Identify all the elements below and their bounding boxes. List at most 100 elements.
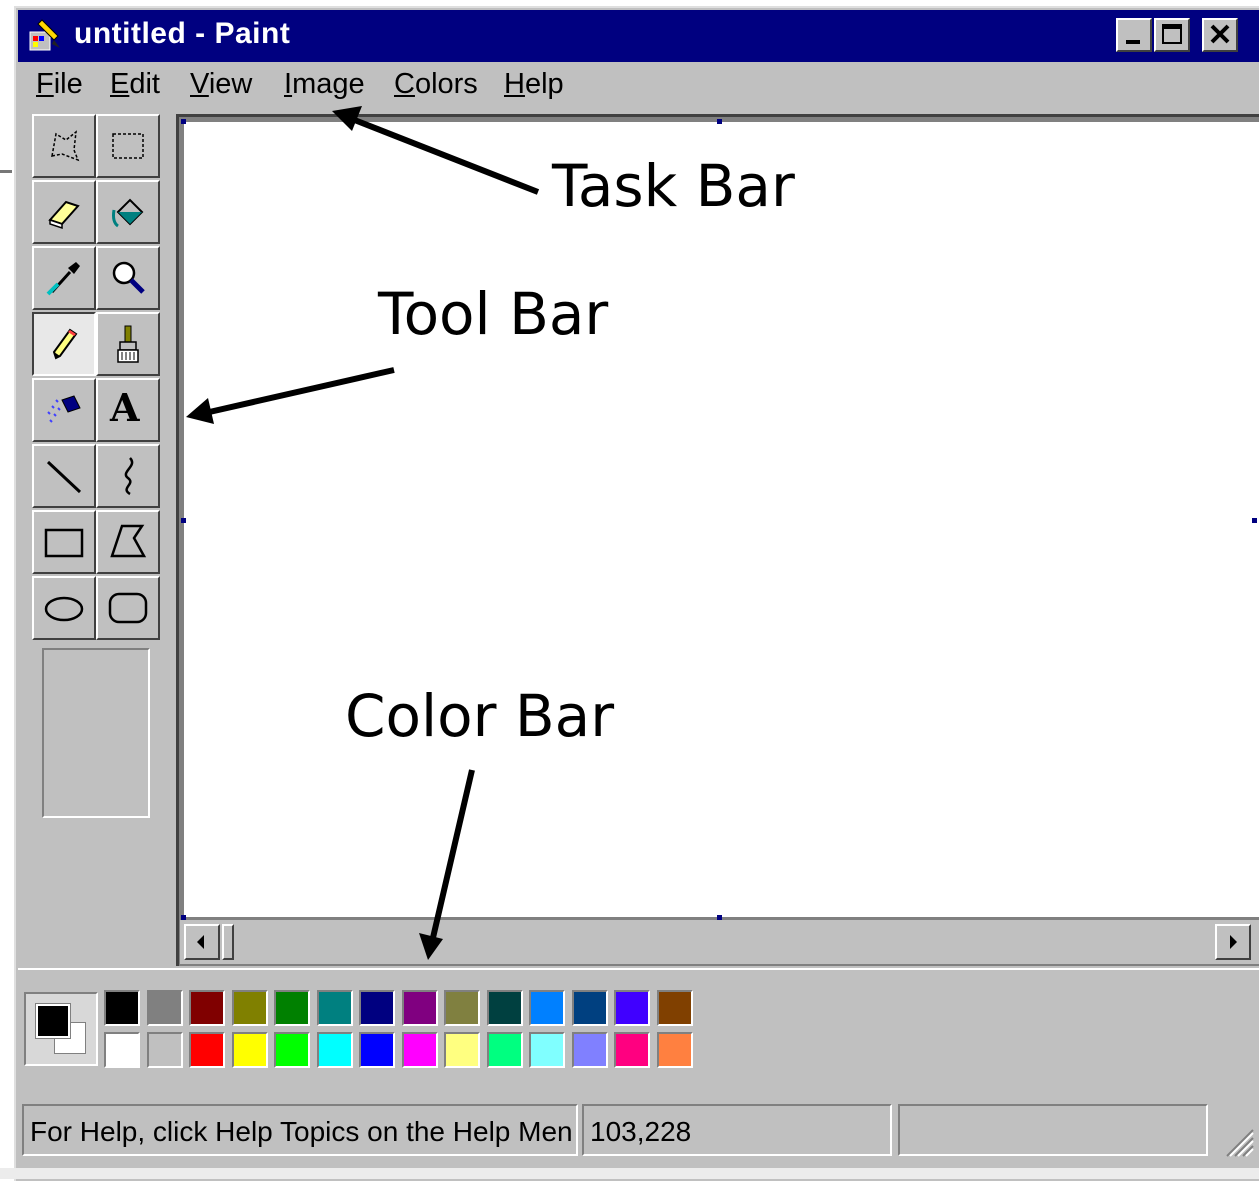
menu-view-label: iew (208, 68, 253, 100)
tool-curve[interactable] (96, 444, 160, 508)
menu-edit-label: dit (129, 68, 160, 100)
current-colors[interactable] (24, 992, 98, 1066)
menu-colors-key: C (394, 68, 415, 100)
close-button[interactable] (1202, 18, 1238, 52)
menu-file[interactable]: File (36, 68, 83, 101)
menu-edit-key: E (110, 68, 130, 100)
tool-rectangle[interactable] (32, 510, 96, 574)
color-swatch[interactable] (486, 990, 523, 1026)
window-title: untitled - Paint (74, 17, 291, 50)
color-swatch[interactable] (571, 990, 608, 1026)
scroll-thumb[interactable] (222, 924, 234, 960)
tool-magnifier[interactable] (96, 246, 160, 310)
color-swatch[interactable] (104, 1032, 140, 1068)
color-swatch[interactable] (614, 1032, 650, 1068)
tool-box: A (30, 112, 164, 640)
tool-options-box[interactable] (42, 648, 150, 818)
status-coordinates: 103,228 (582, 1104, 892, 1156)
tool-brush[interactable] (96, 312, 160, 376)
drawing-canvas[interactable] (184, 122, 1259, 917)
resize-handle-top-left (181, 119, 186, 124)
color-swatch[interactable] (529, 1032, 565, 1068)
color-swatch[interactable] (316, 990, 353, 1026)
color-swatch[interactable] (486, 1032, 523, 1068)
ellipse-icon (44, 596, 84, 622)
arrow-right-icon (1230, 935, 1237, 949)
color-swatch[interactable] (231, 990, 268, 1026)
foreground-color-swatch (35, 1003, 71, 1039)
curve-icon (124, 457, 134, 496)
color-swatch[interactable] (146, 1032, 183, 1068)
scroll-right-button[interactable] (1215, 924, 1251, 960)
tool-eraser[interactable] (32, 180, 96, 244)
color-swatch[interactable] (401, 990, 438, 1026)
color-swatch[interactable] (571, 1032, 608, 1068)
rectangle-icon (44, 528, 84, 558)
resize-handle-right[interactable] (1252, 518, 1257, 523)
annotation-color-bar: Color Bar (345, 682, 615, 750)
tool-fill[interactable] (96, 180, 160, 244)
pick-color-icon (46, 262, 80, 296)
tool-airbrush[interactable] (32, 378, 96, 442)
size-grip-icon[interactable] (1221, 1124, 1255, 1158)
color-swatch[interactable] (104, 990, 140, 1026)
menu-image[interactable]: Image (284, 68, 365, 101)
color-swatch[interactable] (359, 1032, 395, 1068)
color-swatch[interactable] (656, 1032, 693, 1068)
status-bar: For Help, click Help Topics on the Help … (18, 1098, 1259, 1168)
maximize-button[interactable] (1154, 18, 1190, 52)
tool-ellipse[interactable] (32, 576, 96, 640)
eraser-icon (48, 200, 80, 230)
color-swatch[interactable] (529, 990, 565, 1026)
tool-pick-color[interactable] (32, 246, 96, 310)
color-swatch[interactable] (444, 1032, 480, 1068)
tool-polygon[interactable] (96, 510, 160, 574)
color-swatch[interactable] (274, 990, 310, 1026)
menu-colors[interactable]: Colors (394, 68, 478, 101)
paint-app-icon (29, 19, 60, 51)
color-swatch[interactable] (444, 990, 480, 1026)
color-box (18, 968, 1259, 1080)
menu-help-key: H (504, 68, 525, 100)
color-swatch[interactable] (656, 990, 693, 1026)
color-swatch[interactable] (231, 1032, 268, 1068)
tool-line[interactable] (32, 444, 96, 508)
line-icon (46, 460, 82, 494)
color-swatch[interactable] (189, 1032, 225, 1068)
color-swatch[interactable] (401, 1032, 438, 1068)
minimize-button[interactable] (1116, 18, 1152, 52)
menu-bar: File Edit View Image Colors Help (18, 62, 1259, 112)
tool-rounded-rectangle[interactable] (96, 576, 160, 640)
title-bar: untitled - Paint (18, 10, 1259, 62)
color-swatch[interactable] (189, 990, 225, 1026)
tool-select[interactable] (96, 114, 160, 178)
color-swatch[interactable] (316, 1032, 353, 1068)
color-swatch[interactable] (614, 990, 650, 1026)
status-size (898, 1104, 1208, 1156)
menu-image-label: mage (292, 68, 365, 100)
horizontal-scrollbar[interactable] (180, 920, 1259, 964)
magnifier-icon (112, 261, 145, 294)
menu-file-label: ile (53, 68, 83, 100)
color-swatch[interactable] (359, 990, 395, 1026)
polygon-icon (110, 524, 147, 558)
tool-free-form-select[interactable] (32, 114, 96, 178)
menu-edit[interactable]: Edit (110, 68, 160, 101)
color-swatch[interactable] (274, 1032, 310, 1068)
desktop-strip (0, 1168, 1259, 1179)
menu-view-key: V (190, 68, 209, 100)
color-swatch[interactable] (146, 990, 183, 1026)
status-help-text: For Help, click Help Topics on the Help … (22, 1104, 578, 1156)
menu-image-key: I (284, 68, 293, 100)
annotation-tool-bar: Tool Bar (378, 280, 609, 348)
tool-pencil[interactable] (32, 312, 96, 376)
scroll-left-button[interactable] (184, 924, 220, 960)
tool-text[interactable]: A (96, 378, 160, 442)
menu-view[interactable]: View (190, 68, 252, 101)
airbrush-icon (47, 395, 81, 423)
edge-mark (0, 170, 12, 173)
resize-handle-top (717, 119, 722, 124)
maximize-icon (1162, 24, 1182, 44)
menu-help[interactable]: Help (504, 68, 564, 101)
close-icon (1210, 24, 1230, 44)
